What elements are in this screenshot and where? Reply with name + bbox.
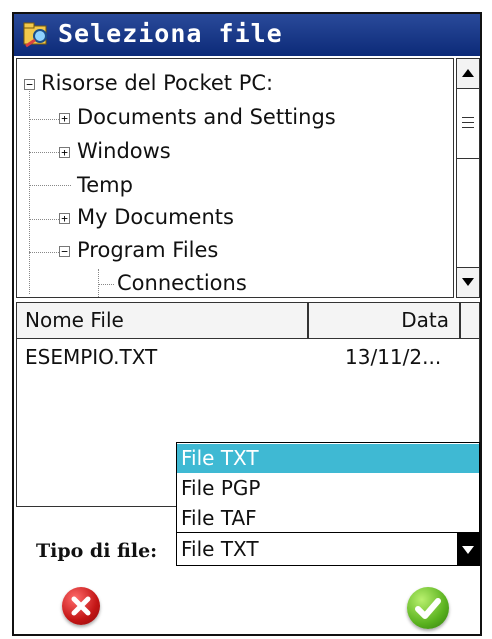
file-type-options[interactable]: File TXT File PGP File TAF — [176, 442, 480, 534]
tree-guide-line — [98, 284, 114, 285]
grip-line — [462, 122, 474, 123]
tree-item-my-documents[interactable]: My Documents — [77, 203, 234, 231]
column-header-name[interactable]: Nome File — [17, 303, 309, 338]
cancel-button[interactable] — [62, 587, 100, 625]
expand-icon[interactable]: + — [59, 213, 70, 224]
tree-item-connections[interactable]: Connections — [117, 269, 247, 297]
folder-tree[interactable]: − Risorse del Pocket PC: + Documents and… — [16, 58, 454, 298]
file-type-selected-value: File TXT — [181, 537, 259, 561]
scroll-thumb[interactable] — [457, 89, 479, 159]
tree-scrollbar[interactable] — [456, 58, 480, 298]
file-date[interactable]: 13/11/2... — [345, 345, 441, 369]
folder-search-icon — [23, 22, 47, 48]
window-title: Seleziona file — [58, 19, 283, 48]
file-type-option[interactable]: File TAF — [177, 504, 479, 533]
expand-icon[interactable]: + — [59, 113, 70, 124]
file-type-option[interactable]: File TXT — [177, 444, 479, 473]
tree-guide-line — [29, 252, 59, 253]
tree-guide-line — [29, 185, 71, 186]
scroll-up-button[interactable] — [457, 59, 479, 89]
arrow-down-icon — [462, 278, 474, 286]
tree-item-documents-and-settings[interactable]: Documents and Settings — [77, 103, 336, 131]
tree-item-root[interactable]: Risorse del Pocket PC: — [41, 69, 273, 97]
file-type-select[interactable]: File TXT — [176, 532, 480, 566]
file-type-label: Tipo di file: — [36, 540, 158, 562]
file-type-option[interactable]: File PGP — [177, 474, 479, 503]
chevron-down-icon — [462, 546, 474, 554]
tree-guide-line — [29, 219, 59, 220]
dialog-window: Seleziona file − Risorse del Pocket PC: … — [12, 12, 482, 636]
column-header-date[interactable]: Data — [309, 303, 461, 338]
tree-item-temp[interactable]: Temp — [77, 171, 133, 199]
cancel-x-icon — [71, 596, 91, 616]
grip-line — [462, 117, 474, 118]
confirm-check-icon — [415, 598, 441, 619]
tree-guide-line — [29, 152, 59, 153]
ok-button[interactable] — [407, 587, 449, 629]
collapse-icon[interactable]: − — [59, 246, 70, 257]
tree-guide-line — [29, 119, 59, 120]
title-bar: Seleziona file — [14, 14, 480, 56]
tree-item-windows[interactable]: Windows — [77, 137, 171, 165]
scroll-down-button[interactable] — [457, 267, 479, 297]
collapse-icon[interactable]: − — [24, 79, 35, 90]
file-list-header: Nome File Data — [17, 303, 479, 339]
dropdown-button[interactable] — [457, 533, 479, 565]
tree-item-program-files[interactable]: Program Files — [77, 236, 218, 264]
arrow-up-icon — [462, 69, 474, 77]
expand-icon[interactable]: + — [59, 147, 70, 158]
grip-line — [462, 127, 474, 128]
file-name[interactable]: ESEMPIO.TXT — [25, 345, 157, 369]
